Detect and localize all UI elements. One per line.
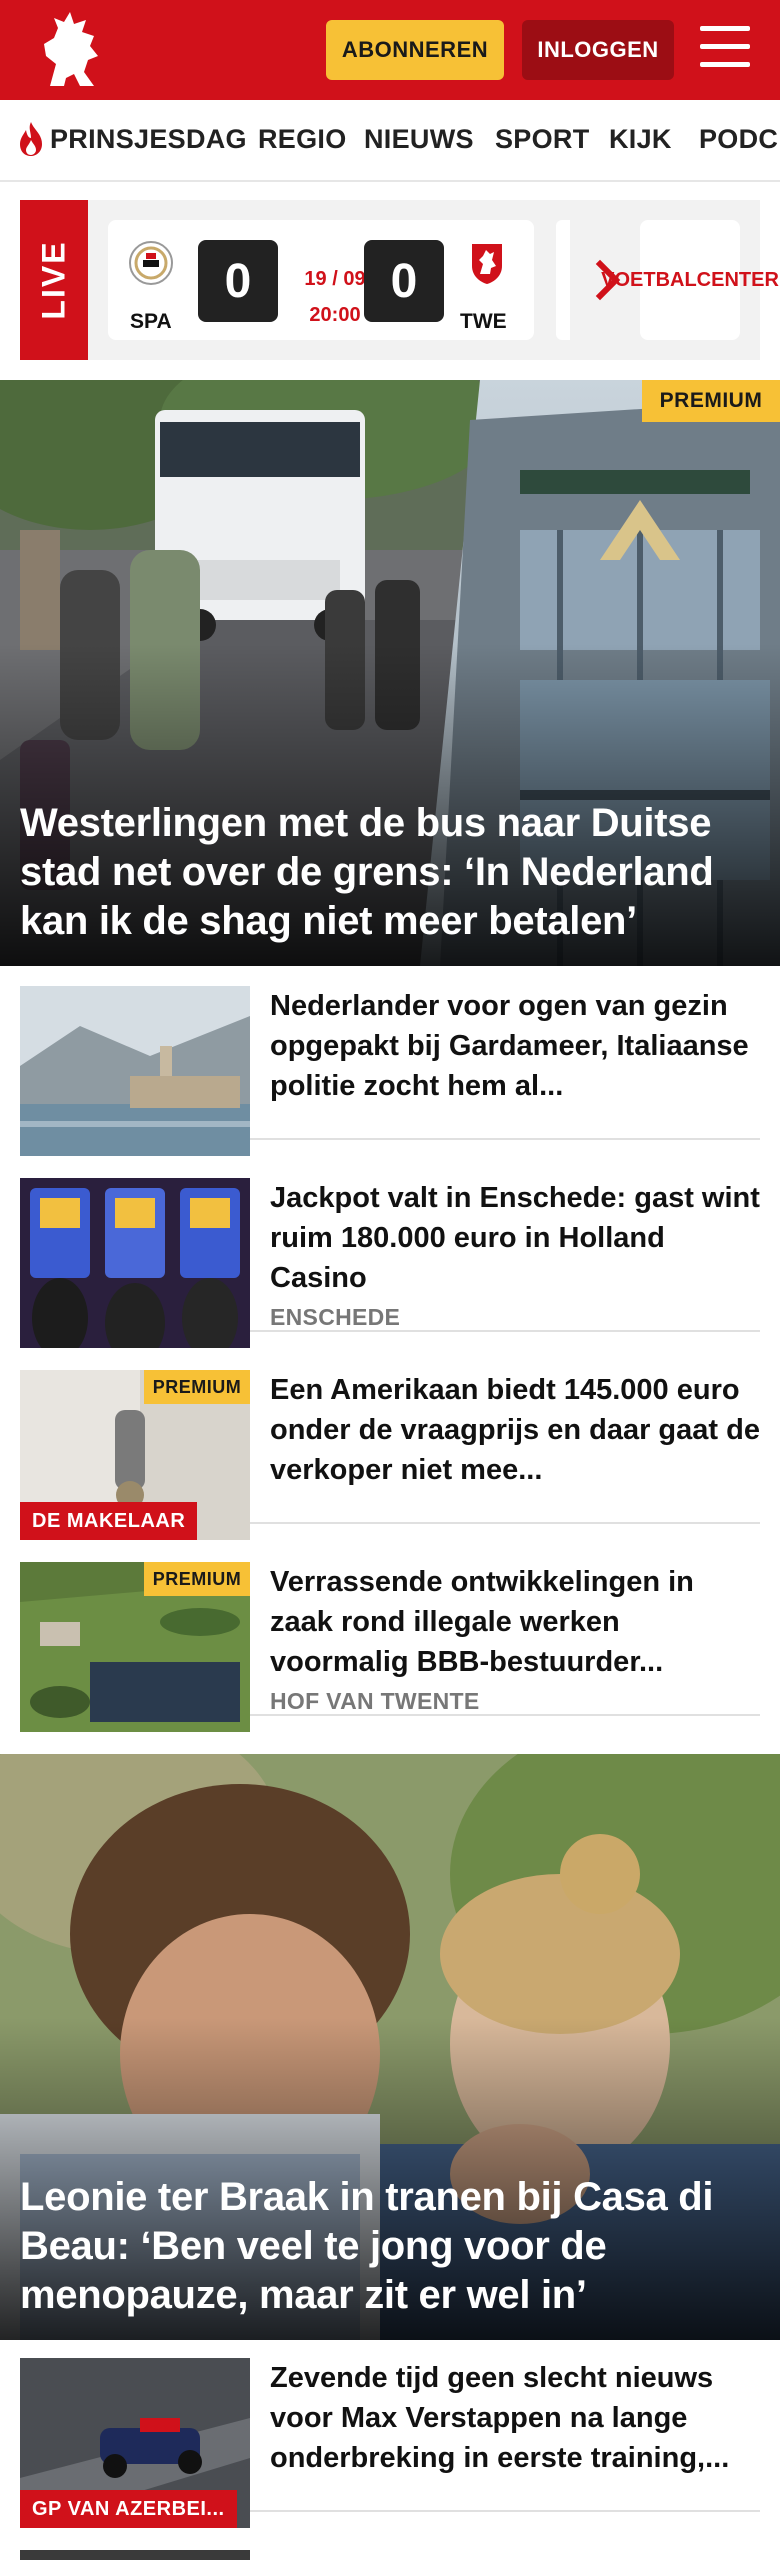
list-item[interactable]: GP VAN AZERBEI... Zevende tijd geen slec… [20, 2338, 760, 2528]
list-item[interactable]: PREMIUM Verrassende ontwikkelingen in za… [20, 1542, 760, 1732]
nav-item-sport[interactable]: SPORT [495, 124, 590, 155]
tubantia-horse-logo[interactable] [36, 8, 106, 92]
article-thumbnail [20, 1178, 250, 1348]
list-item[interactable]: PREMIUM DE MAKELAAR Een Amerikaan biedt … [20, 1350, 760, 1540]
article-thumbnail [20, 986, 250, 1156]
hero-article-2[interactable]: Leonie ter Braak in tranen bij Casa di B… [0, 1754, 780, 2340]
nav-item-regio[interactable]: REGIO [258, 124, 347, 155]
list-item[interactable]: Nederlander voor ogen van gezin opgepakt… [20, 966, 760, 1156]
top-header: ABONNEREN INLOGGEN [0, 0, 780, 100]
next-match-card[interactable] [556, 220, 570, 340]
live-score-widget: LIVE SPA 0 19 / 09 20:00 0 TWE VOETBAL CE… [20, 200, 779, 360]
match-card[interactable]: SPA 0 19 / 09 20:00 0 TWE [108, 220, 534, 340]
menu-icon[interactable] [700, 26, 750, 72]
category-nav: PRINSJESDAG REGIO NIEUWS SPORT KIJK PODC [0, 100, 780, 182]
article-title[interactable]: Zevende tijd geen slecht nieuws voor Max… [270, 2358, 760, 2478]
article-title[interactable]: Jackpot valt in Enschede: gast wint ruim… [270, 1178, 760, 1298]
premium-badge: PREMIUM [642, 380, 780, 422]
hero-article[interactable]: PREMIUM Westerlingen met de bus naar Dui… [0, 380, 780, 966]
article-title[interactable]: Een Amerikaan biedt 145.000 euro onder d… [270, 1370, 760, 1490]
article-category[interactable]: HOF VAN TWENTE [270, 1688, 479, 1715]
article-title[interactable]: Nederlander voor ogen van gezin opgepakt… [270, 986, 760, 1106]
flame-icon [20, 122, 42, 156]
hero-title[interactable]: Westerlingen met de bus naar Duitse stad… [20, 799, 760, 946]
next-article-thumbnail[interactable] [20, 2550, 250, 2560]
subscribe-button[interactable]: ABONNEREN [326, 20, 504, 80]
section-tag[interactable]: GP VAN AZERBEI... [20, 2490, 237, 2528]
home-team-abbr: SPA [130, 310, 172, 333]
home-score: 0 [198, 240, 278, 322]
live-label: LIVE [35, 240, 72, 320]
hero-title-2[interactable]: Leonie ter Braak in tranen bij Casa di B… [20, 2173, 760, 2320]
login-button[interactable]: INLOGGEN [522, 20, 674, 80]
premium-badge: PREMIUM [144, 1562, 250, 1596]
nav-item-nieuws[interactable]: NIEUWS [364, 124, 474, 155]
article-category[interactable]: ENSCHEDE [270, 1304, 400, 1331]
away-score: 0 [364, 240, 444, 322]
live-badge: LIVE [20, 200, 88, 360]
away-team-abbr: TWE [460, 310, 507, 333]
nav-item-kijk[interactable]: KIJK [609, 124, 672, 155]
list-item[interactable]: Jackpot valt in Enschede: gast wint ruim… [20, 1158, 760, 1348]
fc-twente-logo-icon [472, 244, 502, 284]
premium-badge: PREMIUM [144, 1370, 250, 1404]
nav-item-podcast[interactable]: PODC [699, 124, 778, 155]
voetbal-center-link[interactable]: VOETBAL CENTER [601, 220, 779, 340]
nav-item-prinsjesdag[interactable]: PRINSJESDAG [50, 124, 247, 155]
article-title[interactable]: Verrassende ontwikkelingen in zaak rond … [270, 1562, 760, 1682]
section-tag[interactable]: DE MAKELAAR [20, 1502, 198, 1540]
sparta-logo-icon [129, 241, 173, 285]
